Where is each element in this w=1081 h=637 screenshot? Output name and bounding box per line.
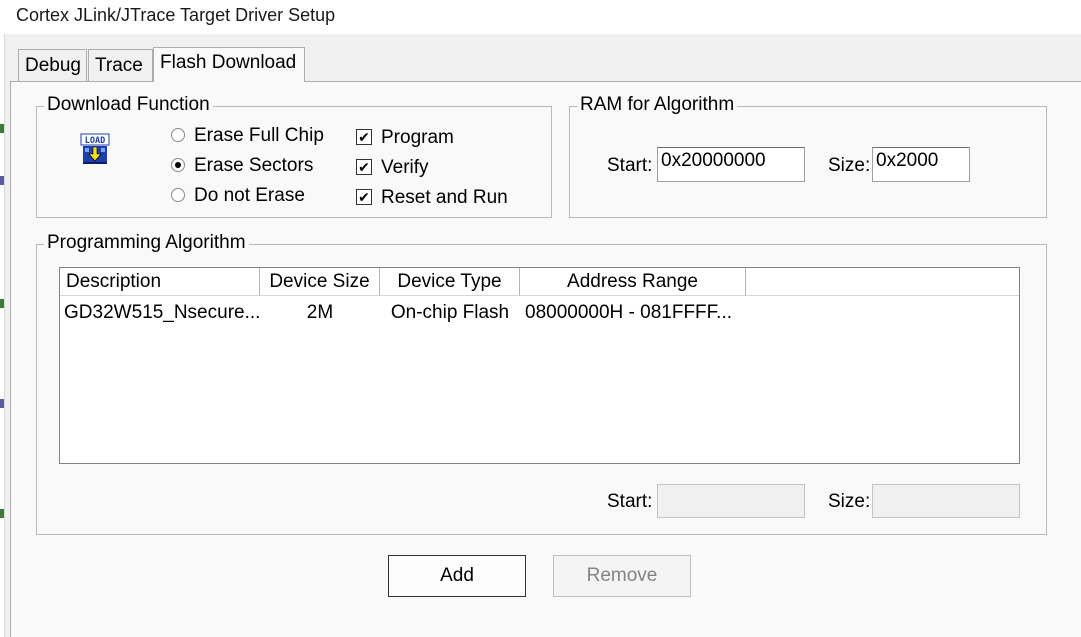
download-function-legend: Download Function [44,94,213,116]
add-button[interactable]: Add [388,555,526,597]
algorithm-list[interactable]: Description Device Size Device Type Addr… [59,267,1020,464]
load-icon-text: LOAD [85,136,105,146]
column-header-empty [746,268,1019,296]
reset-and-run-checkbox[interactable]: ✔ [356,189,372,205]
tab-flash-download[interactable]: Flash Download [153,47,305,82]
erase-full-chip-label[interactable]: Erase Full Chip [194,125,324,147]
row-device-size: 2M [306,302,334,323]
verify-checkbox[interactable]: ✔ [356,159,372,175]
algo-start-label: Start: [607,491,653,512]
remove-button[interactable]: Remove [553,555,691,597]
ram-for-algorithm-legend: RAM for Algorithm [577,94,738,116]
column-header-device-size[interactable]: Device Size [260,268,380,296]
edge-mark [0,299,4,308]
window-title: Cortex JLink/JTrace Target Driver Setup [16,5,336,25]
erase-sectors-label[interactable]: Erase Sectors [194,155,313,177]
algo-size-label: Size: [828,491,871,512]
edge-mark [0,124,4,133]
edge-mark [0,399,4,408]
title-bar: Cortex JLink/JTrace Target Driver Setup [0,0,1081,34]
ram-size-label: Size: [828,155,871,176]
load-icon: LOAD [80,133,110,164]
verify-label[interactable]: Verify [381,157,429,179]
row-address-range: 08000000H - 081FFFF... [525,302,732,323]
erase-full-chip-radio[interactable] [171,128,185,142]
column-header-address-range[interactable]: Address Range [520,268,746,296]
erase-sectors-radio[interactable] [171,158,185,172]
column-header-description[interactable]: Description [60,268,260,296]
column-header-device-type[interactable]: Device Type [380,268,520,296]
background-window-edge [0,34,5,637]
algo-start-input [657,484,805,518]
algo-size-input [872,484,1020,518]
program-checkbox[interactable]: ✔ [356,129,372,145]
row-description: GD32W515_Nsecure... [64,302,261,323]
do-not-erase-radio[interactable] [171,188,185,202]
table-row[interactable]: GD32W515_Nsecure... 2M On-chip Flash 080… [60,297,1019,327]
programming-algorithm-legend: Programming Algorithm [44,232,249,254]
ram-size-input[interactable]: 0x2000 [872,147,970,182]
ram-start-input[interactable]: 0x20000000 [657,147,805,182]
tab-debug[interactable]: Debug [18,49,87,81]
program-label[interactable]: Program [381,127,454,149]
do-not-erase-label[interactable]: Do not Erase [194,185,305,207]
ram-start-label: Start: [607,155,653,176]
row-device-type: On-chip Flash [390,302,510,323]
reset-and-run-label[interactable]: Reset and Run [381,187,508,209]
edge-mark [0,176,4,185]
tab-trace[interactable]: Trace [88,49,153,81]
edge-mark [0,509,4,518]
